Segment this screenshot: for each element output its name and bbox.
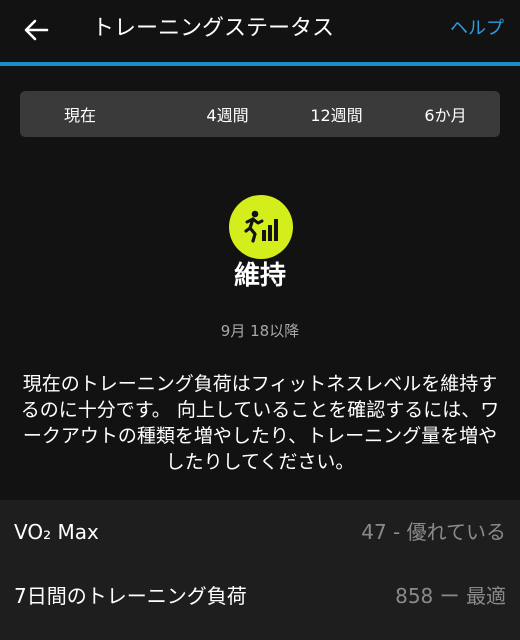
metric-row-vo2max[interactable]: VO₂ Max 47 - 優れている bbox=[0, 500, 520, 562]
metric-value: 858 ー 最適 bbox=[395, 584, 506, 608]
status-description: 現在のトレーニング負荷はフィットネスレベルを維持するのに十分です。 向上している… bbox=[20, 373, 500, 473]
metric-value: 47 - 優れている bbox=[361, 520, 506, 544]
metric-row-7day-load[interactable]: 7日間のトレーニング負荷 858 ー 最適 bbox=[0, 564, 520, 626]
tab-current[interactable]: 現在 bbox=[20, 91, 173, 137]
arrow-left-icon bbox=[24, 19, 49, 41]
status-label: 維持 bbox=[233, 261, 286, 291]
header-divider bbox=[0, 62, 520, 66]
status-since-date: 9月 18以降 bbox=[220, 322, 300, 340]
period-tabs: 現在 4週間 12週間 6か月 bbox=[20, 91, 500, 137]
metric-label: VO₂ Max bbox=[14, 520, 99, 544]
tab-12-weeks[interactable]: 12週間 bbox=[282, 91, 391, 137]
back-button[interactable] bbox=[18, 12, 54, 48]
help-link[interactable]: ヘルプ bbox=[450, 16, 504, 42]
training-maintaining-icon bbox=[229, 195, 293, 259]
tab-4-weeks[interactable]: 4週間 bbox=[173, 91, 282, 137]
metric-label: 7日間のトレーニング負荷 bbox=[14, 584, 247, 608]
metrics-list: VO₂ Max 47 - 優れている 7日間のトレーニング負荷 858 ー 最適 bbox=[0, 500, 520, 640]
page-title: トレーニングステータス bbox=[92, 16, 335, 41]
app-header: トレーニングステータス ヘルプ bbox=[0, 0, 520, 62]
training-status-screen: トレーニングステータス ヘルプ 現在 4週間 12週間 6か月 維持 9月 18… bbox=[0, 0, 520, 640]
tab-6-months[interactable]: 6か月 bbox=[391, 91, 500, 137]
